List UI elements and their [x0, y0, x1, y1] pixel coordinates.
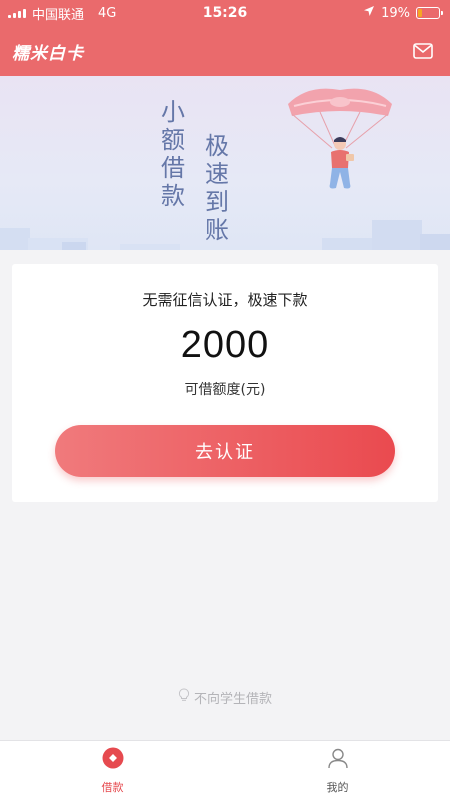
loan-card: 无需征信认证，极速下款 2000 可借额度(元) 去认证: [12, 264, 438, 502]
student-notice: 不向学生借款: [0, 686, 450, 708]
status-bar: 中国联通 4G 15:26 19%: [0, 0, 450, 26]
credit-amount: 2000: [180, 324, 270, 366]
network-label: 4G: [98, 5, 117, 21]
carrier-label: 中国联通: [32, 7, 85, 23]
status-left: 中国联通 4G: [0, 4, 150, 23]
banner-char: 到: [205, 188, 231, 216]
credit-amount-label: 可借额度(元): [184, 382, 266, 398]
status-right: 19%: [363, 5, 443, 21]
verify-button[interactable]: 去认证: [55, 425, 395, 477]
student-notice-text: 不向学生借款: [193, 691, 272, 707]
nav-bar: 糯米白卡: [0, 26, 450, 76]
parachute-illustration: [288, 88, 392, 189]
banner-char: 小: [161, 98, 187, 126]
tab-profile[interactable]: 我的: [225, 741, 450, 800]
banner-char: 账: [205, 216, 231, 244]
tab-loan-label: 借款: [101, 780, 124, 794]
battery-percent: 19%: [381, 5, 410, 21]
banner-slogan-small-loan: 小 额 借 款: [160, 98, 188, 210]
tab-loan[interactable]: 借款: [0, 741, 225, 800]
banner-char: 款: [161, 182, 187, 210]
tab-profile-label: 我的: [326, 780, 349, 794]
lightbulb-icon: [178, 688, 190, 706]
profile-icon: [327, 747, 349, 773]
promo-banner[interactable]: 小 额 借 款 极 速 到 账: [0, 76, 450, 250]
tab-bar: 借款 我的: [0, 740, 450, 800]
signal-icon: [8, 8, 26, 18]
banner-slogan-fast-arrival: 极 速 到 账: [204, 132, 232, 244]
banner-char: 额: [161, 126, 187, 154]
loan-icon: [102, 747, 124, 773]
battery-icon: [416, 7, 443, 19]
location-arrow-icon: [363, 5, 375, 21]
banner-char: 速: [205, 160, 231, 188]
app-logo: 糯米白卡: [12, 43, 84, 64]
banner-char: 极: [205, 132, 231, 160]
mail-icon[interactable]: [412, 42, 434, 60]
card-slogan: 无需征信认证，极速下款: [142, 291, 308, 309]
battery-level: [418, 9, 422, 17]
banner-char: 借: [161, 154, 187, 182]
